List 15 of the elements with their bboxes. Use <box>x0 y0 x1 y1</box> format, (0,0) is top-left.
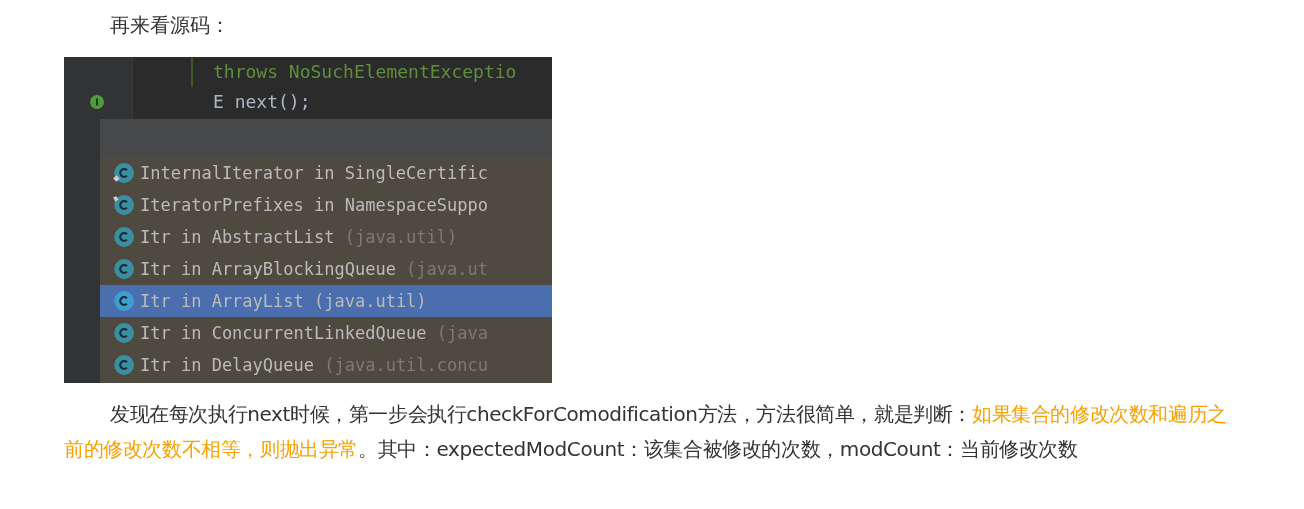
class-icon <box>112 290 134 312</box>
completion-item[interactable]: InternalIterator in SingleCertific <box>100 157 552 189</box>
class-icon <box>112 322 134 344</box>
code-line: throws NoSuchElementExceptio <box>191 57 517 87</box>
completion-item[interactable]: Itr in ArrayList (java.util) <box>100 285 552 317</box>
paragraph-text: 发现在每次执行next时候，第一步会执行checkForComodification方法，方法很简单，就是判断：如果集合的修改次数和遍历之前的修改次数不相等，则抛出异常。其中：expectedModCount：该集合被修改的次数，modCount：当前修改次数 <box>64 401 1228 463</box>
class-icon <box>112 162 134 184</box>
class-icon <box>112 194 134 216</box>
class-icon <box>112 354 134 376</box>
class-icon <box>112 226 134 248</box>
paragraph-text: 再来看源码： <box>109 12 231 39</box>
implementation-icon[interactable] <box>90 95 104 109</box>
completion-item[interactable]: IteratorPrefixes in NamespaceSuppo <box>100 189 552 221</box>
class-icon <box>112 258 134 280</box>
code-line: E next(); <box>213 90 312 114</box>
